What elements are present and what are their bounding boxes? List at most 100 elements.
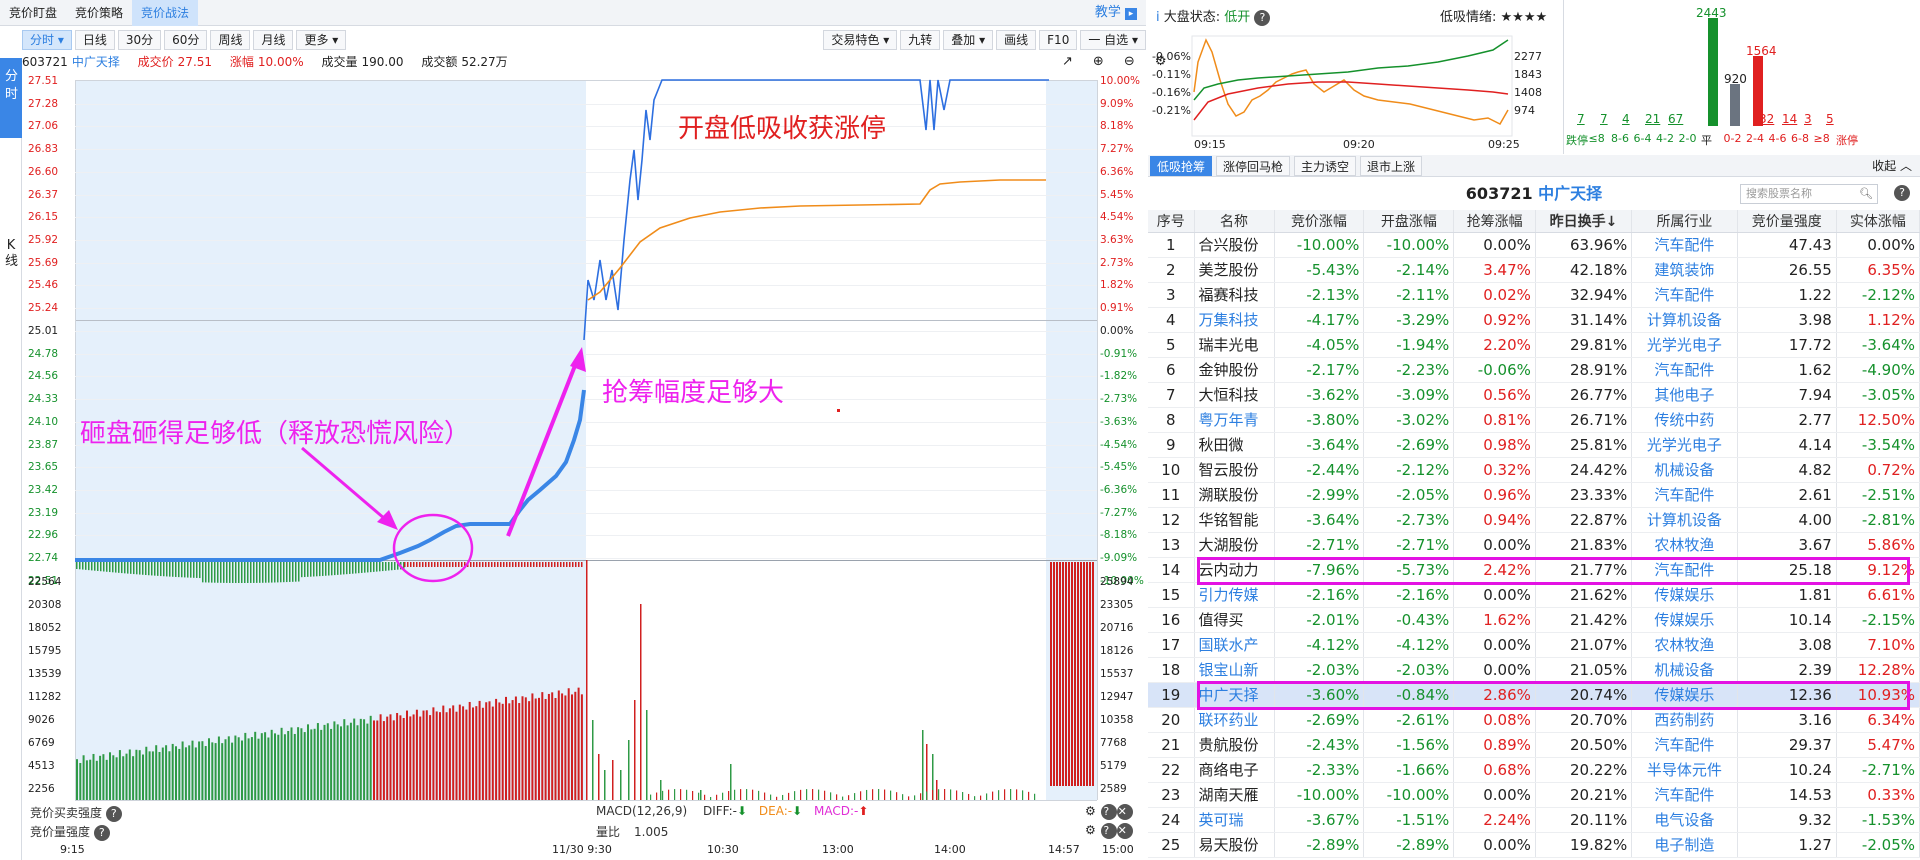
table-row[interactable]: 25 易天股份 -2.89% -2.89% 0.00% 19.82% 电子制造 1.27 -2.… [1148,832,1920,858]
table-row[interactable]: 3 福赛科技 -2.13% -2.11% 0.02% 32.94% 汽车配件 1.22 -2.1… [1148,282,1920,308]
industry[interactable]: 计算机设备 [1631,507,1738,533]
table-row[interactable]: 18 银宝山新 -2.03% -2.03% 0.00% 21.05% 机械设备 2.39 12.… [1148,657,1920,683]
dist-count[interactable]: 67 [1668,112,1683,126]
stock-name[interactable]: 溯联股份 [1194,482,1275,508]
industry[interactable]: 光学光电子 [1631,332,1738,358]
stock-name[interactable]: 商络电子 [1194,757,1275,783]
table-row[interactable]: 5 瑞丰光电 -4.05% -1.94% 2.20% 29.81% 光学光电子 17.72 -3… [1148,332,1920,358]
column-header[interactable]: 昨日换手↓ [1535,210,1633,233]
industry[interactable]: 电子制造 [1631,832,1738,858]
table-row[interactable]: 21 贵航股份 -2.43% -1.56% 0.89% 20.50% 汽车配件 29.37 5.… [1148,732,1920,758]
stock-name[interactable]: 大恒科技 [1194,382,1275,408]
table-row[interactable]: 22 商络电子 -2.33% -1.66% 0.68% 20.22% 半导体元件 10.24-… [1148,757,1920,783]
column-header[interactable]: 竞价量强度 [1737,210,1837,233]
industry[interactable]: 汽车配件 [1631,232,1738,258]
table-row[interactable]: 24 英可瑞 -3.67% -1.51% 2.24% 20.11% 电气设备 9.32 -1.5… [1148,807,1920,833]
stock-name[interactable]: 万集科技 [1194,307,1275,333]
stock-name[interactable]: 银宝山新 [1194,657,1275,683]
stock-name[interactable]: 秋田微 [1194,432,1275,458]
stock-name[interactable]: 粤万年青 [1194,407,1275,433]
table-row[interactable]: 10 智云股份 -2.44% -2.12% 0.32% 24.42% 机械设备 4.82 0.7… [1148,457,1920,483]
help-icon[interactable]: ? [1894,185,1910,201]
dist-count[interactable]: 4 [1622,112,1630,126]
stock-name[interactable]: 美芝股份 [1194,257,1275,283]
tab-main-lure[interactable]: 主力诱空 [1294,156,1357,176]
table-row[interactable]: 17 国联水产 -4.12% -4.12% 0.00% 21.07% 农林牧渔 3.08 7.1… [1148,632,1920,658]
table-row[interactable]: 11 溯联股份 -2.99% -2.05% 0.96% 23.33% 汽车配件 2.61 -2.… [1148,482,1920,508]
dist-count[interactable]: 32 [1759,112,1774,126]
table-row[interactable]: 23 湖南天雁 -10.00% -10.00% 0.00% 20.21% 汽车配件 14.53… [1148,782,1920,808]
table-row[interactable]: 6 金钟股份 -2.17% -2.23% -0.06% 28.91% 汽车配件 1.62 -4.… [1148,357,1920,383]
stock-name[interactable]: 值得买 [1194,607,1275,633]
industry[interactable]: 汽车配件 [1631,732,1738,758]
stock-name[interactable]: 华铭智能 [1194,507,1275,533]
industry[interactable]: 机械设备 [1631,657,1738,683]
table-row[interactable]: 13 大湖股份 -2.71% -2.71% 0.00% 21.83% 农林牧渔 3.67 5.8… [1148,532,1920,558]
stock-name[interactable]: 英可瑞 [1194,807,1275,833]
industry[interactable]: 农林牧渔 [1631,632,1738,658]
help-icon[interactable]: ? [1100,823,1117,839]
stock-name[interactable]: 金钟股份 [1194,357,1275,383]
search-icon[interactable]: 🔍︎ [1859,185,1873,203]
stock-name[interactable]: 联环药业 [1194,707,1275,733]
industry[interactable]: 农林牧渔 [1631,532,1738,558]
stock-name[interactable]: 国联水产 [1194,632,1275,658]
table-row[interactable]: 15 引力传媒 -2.16% -2.16% 0.00% 21.62% 传媒娱乐 1.81 6.6… [1148,582,1920,608]
column-header[interactable]: 所属行业 [1631,210,1738,233]
table-row[interactable]: 1 合兴股份 -10.00% -10.00% 0.00% 63.96% 汽车配件 47.43 0… [1148,232,1920,258]
stock-search-input[interactable]: 搜索股票名称 🔍︎ [1740,184,1878,204]
collapse-button[interactable]: 收起 ︿ [1866,156,1918,176]
industry[interactable]: 光学光电子 [1631,432,1738,458]
dist-count[interactable]: 7 [1577,112,1585,126]
stock-name[interactable]: 福赛科技 [1194,282,1275,308]
dist-count[interactable]: 14 [1782,112,1797,126]
industry[interactable]: 汽车配件 [1631,357,1738,383]
dist-count[interactable]: 5 [1826,112,1834,126]
column-header[interactable]: 序号 [1148,210,1195,233]
dist-count[interactable]: 3 [1804,112,1812,126]
tab-low-buy[interactable]: 低吸抢筹 [1150,156,1213,176]
help-icon[interactable]: ? [105,806,122,822]
industry[interactable]: 其他电子 [1631,382,1738,408]
settings-icon[interactable]: ⚙ [1085,823,1101,837]
table-row[interactable]: 16 值得买 -2.01% -0.43% 1.62% 21.42% 传媒娱乐 10.14 -2.… [1148,607,1920,633]
column-header[interactable]: 竞价涨幅 [1274,210,1365,233]
industry[interactable]: 传媒娱乐 [1631,607,1738,633]
industry[interactable]: 传媒娱乐 [1631,582,1738,608]
table-row[interactable]: 20 联环药业 -2.69% -2.61% 0.08% 20.70% 西药制药 3.16 6.3… [1148,707,1920,733]
industry[interactable]: 传统中药 [1631,407,1738,433]
stock-name[interactable]: 合兴股份 [1194,232,1275,258]
table-row[interactable]: 12 华铭智能 -3.64% -2.73% 0.94% 22.87% 计算机设备 4.00 -2… [1148,507,1920,533]
tab-delist-rise[interactable]: 退市上涨 [1360,156,1423,176]
stock-name[interactable]: 易天股份 [1194,832,1275,858]
table-row[interactable]: 2 美芝股份 -5.43% -2.14% 3.47% 42.18% 建筑装饰 26.55 6.3… [1148,257,1920,283]
help-icon[interactable]: ? [1100,804,1117,820]
tab-limit-pullback[interactable]: 涨停回马枪 [1216,156,1291,176]
column-header[interactable]: 名称 [1194,210,1275,233]
column-header[interactable]: 抢筹涨幅 [1453,210,1536,233]
close-icon[interactable]: ✕ [1116,804,1133,820]
industry[interactable]: 电气设备 [1631,807,1738,833]
industry[interactable]: 半导体元件 [1631,757,1738,783]
table-row[interactable]: 7 大恒科技 -3.62% -3.09% 0.56% 26.77% 其他电子 7.94 -3.0… [1148,382,1920,408]
column-header[interactable]: 实体涨幅 [1836,210,1920,233]
stock-title-name[interactable]: 中广天择 [1538,184,1602,203]
column-header[interactable]: 开盘涨幅 [1363,210,1455,233]
table-row[interactable]: 4 万集科技 -4.17% -3.29% 0.92% 31.14% 计算机设备 3.98 1.1… [1148,307,1920,333]
stock-name[interactable]: 大湖股份 [1194,532,1275,558]
industry[interactable]: 汽车配件 [1631,282,1738,308]
table-row[interactable]: 8 粤万年青 -3.80% -3.02% 0.81% 26.71% 传统中药 2.77 12.5… [1148,407,1920,433]
industry[interactable]: 汽车配件 [1631,782,1738,808]
industry[interactable]: 机械设备 [1631,457,1738,483]
industry[interactable]: 汽车配件 [1631,482,1738,508]
settings-icon[interactable]: ⚙ [1085,804,1101,818]
industry[interactable]: 计算机设备 [1631,307,1738,333]
industry[interactable]: 西药制药 [1631,707,1738,733]
stock-name[interactable]: 贵航股份 [1194,732,1275,758]
dist-count[interactable]: 7 [1600,112,1608,126]
close-icon[interactable]: ✕ [1116,823,1133,839]
help-icon[interactable]: ? [93,825,110,841]
stock-name[interactable]: 智云股份 [1194,457,1275,483]
stock-name[interactable]: 引力传媒 [1194,582,1275,608]
stock-name[interactable]: 湖南天雁 [1194,782,1275,808]
